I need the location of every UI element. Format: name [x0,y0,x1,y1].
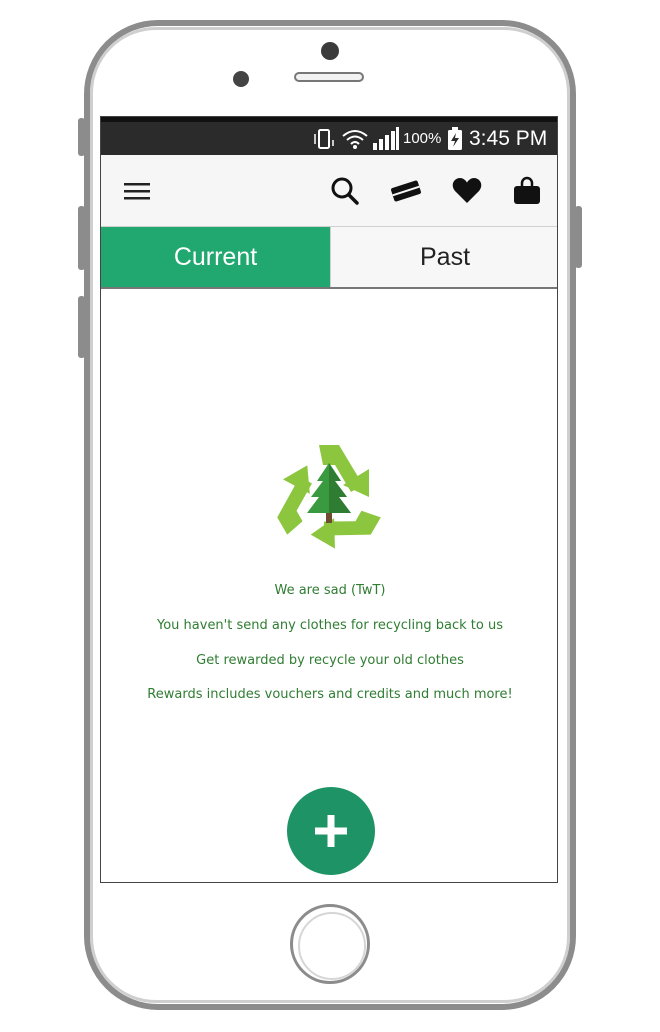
empty-state-rewards-detail: Rewards includes vouchers and credits an… [147,687,513,702]
wishlist-button[interactable] [445,169,489,213]
battery-charging-icon [447,122,463,155]
clock-time: 3:45 PM [469,126,548,150]
status-bar: 100% 3:45 PM [101,117,557,155]
tab-current[interactable]: Current [101,227,330,287]
menu-button[interactable] [115,169,159,213]
wifi-icon [341,122,369,155]
earpiece-speaker [294,72,364,82]
search-button[interactable] [323,169,367,213]
empty-state-title: We are sad (TwT) [274,583,386,598]
order-tabs: Current Past [101,227,557,289]
proximity-sensor [233,71,249,87]
volume-down-button [78,296,85,358]
search-icon [331,177,359,205]
volume-up-button [78,206,85,270]
tab-past[interactable]: Past [330,227,557,287]
app-bar [101,155,557,227]
front-camera [321,42,339,60]
app-screen: 100% 3:45 PM Current Past We are sad (Tw… [100,116,558,883]
menu-icon [124,183,150,200]
battery-percent: 100% [403,130,442,147]
cart-button[interactable] [505,169,549,213]
plus-icon [315,815,347,847]
voucher-button[interactable] [384,169,428,213]
heart-icon [452,178,482,203]
voucher-card-icon [391,180,421,202]
vibrate-icon [313,122,335,155]
home-button[interactable] [290,904,370,984]
signal-icon [372,122,400,155]
empty-state-message: You haven't send any clothes for recycli… [157,618,503,633]
empty-state-reward-line: Get rewarded by recycle your old clothes [196,653,464,668]
shopping-bag-icon [514,176,540,204]
power-button [575,206,582,268]
mute-switch [78,118,85,156]
add-recycle-button[interactable] [287,787,375,875]
recycle-tree-icon [277,445,381,549]
